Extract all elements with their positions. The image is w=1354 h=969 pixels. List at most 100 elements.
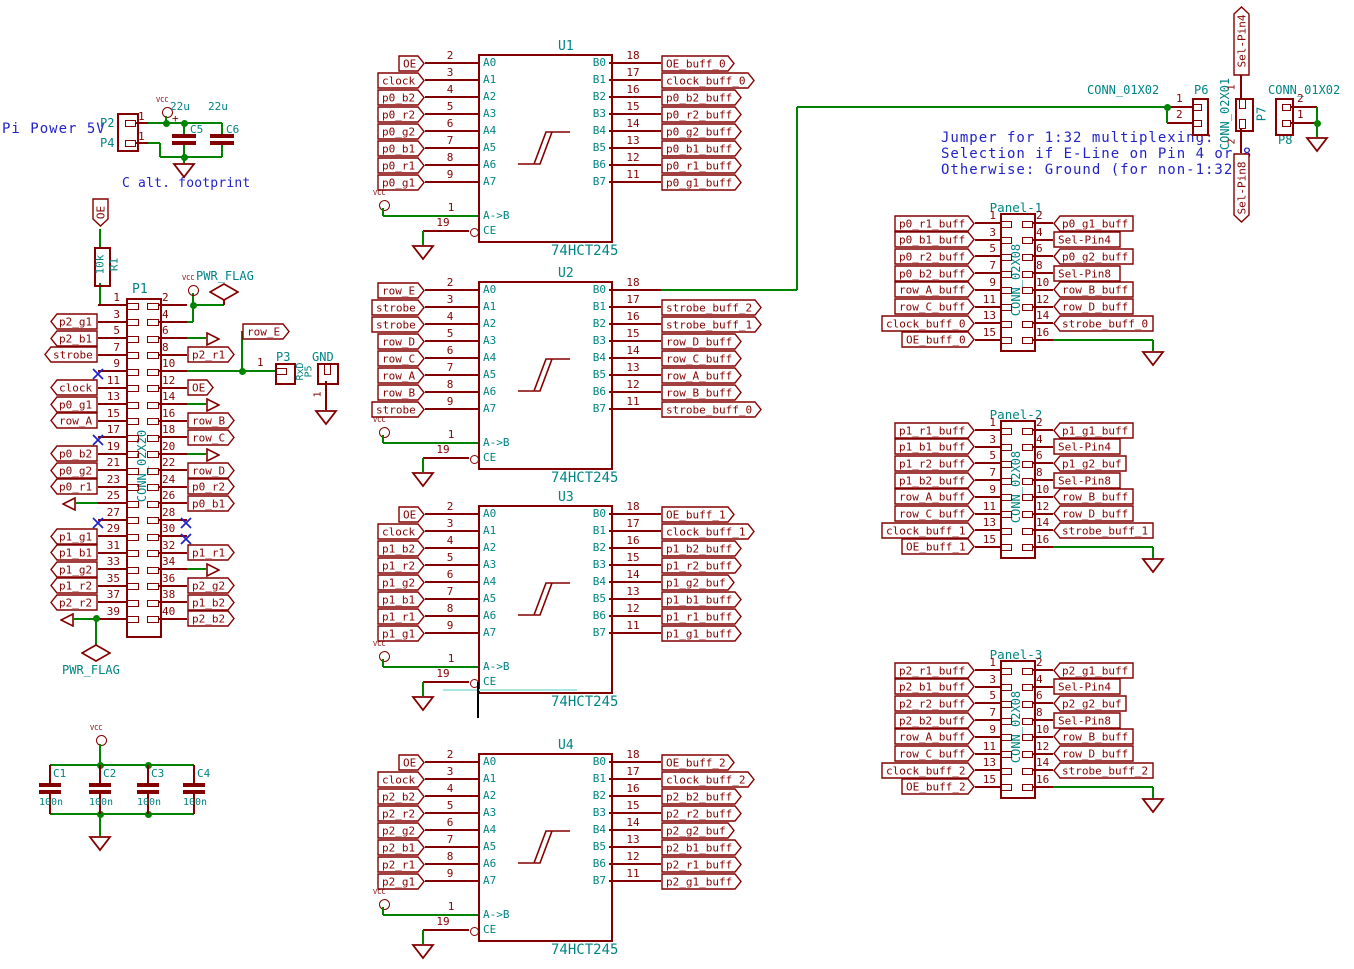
pin-wire[interactable] — [1032, 719, 1053, 721]
wire[interactable] — [1152, 787, 1154, 798]
wire[interactable] — [221, 145, 223, 157]
pin-wire[interactable] — [975, 753, 1000, 755]
net-label-clock[interactable]: clock — [377, 72, 425, 89]
net-label-Sel-Pin4[interactable]: Sel-Pin4 — [1053, 678, 1121, 695]
wire[interactable] — [1152, 547, 1154, 558]
net-label-p1_b1_buff[interactable]: p1_b1_buff — [661, 591, 742, 608]
net-label-row_A_buff[interactable]: row_A_buff — [894, 728, 975, 745]
net-label-OE[interactable]: OE — [92, 198, 109, 227]
pin-wire[interactable] — [98, 403, 126, 405]
pin-wire[interactable] — [1240, 128, 1242, 153]
pin-wire[interactable] — [1032, 429, 1053, 431]
pin-wire[interactable] — [975, 306, 1000, 308]
pin-wire[interactable] — [98, 568, 126, 570]
gnd-symbol[interactable] — [411, 472, 435, 488]
wire[interactable] — [422, 458, 424, 472]
pin-wire[interactable] — [423, 929, 469, 931]
pin-wire[interactable] — [975, 272, 1000, 274]
pin-wire[interactable] — [609, 547, 661, 549]
net-label-row_C_buff[interactable]: row_C_buff — [894, 745, 975, 762]
pin-wire[interactable] — [609, 880, 661, 882]
pin-wire[interactable] — [1032, 239, 1053, 241]
net-label-strobe_buff_0[interactable]: strobe_buff_0 — [661, 401, 762, 418]
wire[interactable] — [187, 337, 206, 339]
pin-wire[interactable] — [425, 564, 478, 566]
pin-wire[interactable] — [609, 761, 661, 763]
pin-wire[interactable] — [98, 321, 126, 323]
pin-wire[interactable] — [975, 669, 1000, 671]
net-label-p0_g2_buff[interactable]: p0_g2_buff — [1053, 248, 1134, 265]
net-label-p2_r1[interactable]: p2_r1 — [187, 346, 235, 363]
net-label-p2_r1[interactable]: p2_r1 — [377, 856, 425, 873]
unlabeled-net-arrow[interactable] — [206, 397, 220, 411]
net-label-OE[interactable]: OE — [398, 506, 425, 523]
net-label-p1_b2[interactable]: p1_b2 — [187, 594, 235, 611]
pin-wire[interactable] — [975, 289, 1000, 291]
pin-wire[interactable] — [1032, 272, 1053, 274]
pwr-flag-symbol[interactable] — [209, 283, 239, 301]
net-label-row_C_buff[interactable]: row_C_buff — [894, 298, 975, 315]
net-label-p0_g1_buff[interactable]: p0_g1_buff — [1053, 215, 1134, 232]
net-label-OE_buff_2[interactable]: OE_buff_2 — [661, 754, 735, 771]
pin-wire[interactable] — [609, 96, 661, 98]
pin-wire[interactable] — [609, 846, 661, 848]
net-label-p0_r2_buff[interactable]: p0_r2_buff — [894, 248, 975, 265]
wire[interactable] — [1053, 339, 1153, 341]
pin-wire[interactable] — [425, 391, 478, 393]
pin-wire[interactable] — [1032, 669, 1053, 671]
net-label-p0_r1[interactable]: p0_r1 — [377, 157, 425, 174]
net-label-row_D_buff[interactable]: row_D_buff — [1053, 298, 1134, 315]
net-label-p1_r2_buff[interactable]: p1_r2_buff — [894, 455, 975, 472]
gnd-symbol[interactable] — [411, 944, 435, 960]
pin-wire[interactable] — [158, 420, 187, 422]
net-label-p2_b1[interactable]: p2_b1 — [50, 330, 98, 347]
net-label-OE_buff_1[interactable]: OE_buff_1 — [901, 538, 975, 555]
wire[interactable] — [1053, 786, 1153, 788]
pin-wire[interactable] — [158, 486, 187, 488]
net-label-p0_r2_buff[interactable]: p0_r2_buff — [661, 106, 742, 123]
pin-wire[interactable] — [425, 306, 478, 308]
net-label-p1_r2[interactable]: p1_r2 — [50, 577, 98, 594]
pin-wire[interactable] — [425, 181, 478, 183]
net-label-strobe_buff_1[interactable]: strobe_buff_1 — [661, 316, 762, 333]
vcc-symbol[interactable] — [379, 651, 390, 662]
pin-wire[interactable] — [425, 113, 478, 115]
pin-wire[interactable] — [1167, 106, 1192, 108]
pin-wire[interactable] — [49, 765, 51, 783]
pin-wire[interactable] — [975, 462, 1000, 464]
pin-wire[interactable] — [158, 552, 187, 554]
unlabeled-net-arrow[interactable] — [60, 612, 74, 626]
net-label-strobe_buff_2[interactable]: strobe_buff_2 — [661, 299, 762, 316]
pin-wire[interactable] — [98, 469, 126, 471]
net-label-row_A_buff[interactable]: row_A_buff — [661, 367, 742, 384]
pin-wire[interactable] — [98, 337, 126, 339]
net-label-p0_r2[interactable]: p0_r2 — [377, 106, 425, 123]
net-label-p2_r2_buff[interactable]: p2_r2_buff — [894, 695, 975, 712]
pin-wire[interactable] — [98, 601, 126, 603]
net-label-Sel-Pin4[interactable]: Sel-Pin4 — [1053, 231, 1121, 248]
wire[interactable] — [422, 930, 424, 944]
pin-wire[interactable] — [609, 530, 661, 532]
pin-wire[interactable] — [425, 547, 478, 549]
wire[interactable] — [422, 682, 424, 696]
net-label-p1_g2_buf[interactable]: p1_g2_buf — [1053, 455, 1127, 472]
net-label-p1_r1[interactable]: p1_r1 — [377, 608, 425, 625]
pin-wire[interactable] — [425, 761, 478, 763]
net-label-p1_g1[interactable]: p1_g1 — [377, 625, 425, 642]
pin-wire[interactable] — [1032, 255, 1053, 257]
net-label-strobe[interactable]: strobe — [371, 401, 425, 418]
net-label-strobe[interactable]: strobe — [371, 299, 425, 316]
pin-wire[interactable] — [975, 702, 1000, 704]
pin-wire[interactable] — [609, 306, 661, 308]
gnd-symbol[interactable] — [1305, 137, 1329, 153]
pin-wire[interactable] — [158, 387, 187, 389]
net-label-OE[interactable]: OE — [187, 379, 214, 396]
net-label-p1_g1[interactable]: p1_g1 — [50, 528, 98, 545]
net-label-OE[interactable]: OE — [398, 754, 425, 771]
pin-wire[interactable] — [98, 420, 126, 422]
net-label-p0_r1[interactable]: p0_r1 — [50, 478, 98, 495]
pin-wire[interactable] — [1032, 496, 1053, 498]
unlabeled-net-arrow[interactable] — [206, 447, 220, 461]
net-label-strobe_buff_0[interactable]: strobe_buff_0 — [1053, 315, 1154, 332]
pin-wire[interactable] — [975, 786, 1000, 788]
